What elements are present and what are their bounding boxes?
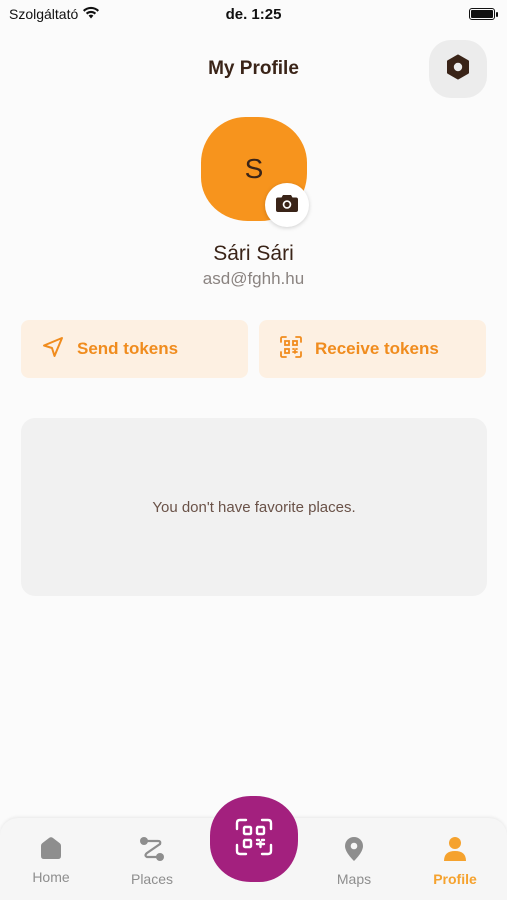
qr-code-icon — [279, 335, 303, 364]
status-carrier-group: Szolgáltató — [9, 6, 100, 22]
send-arrow-icon — [41, 335, 65, 364]
change-photo-button[interactable] — [265, 183, 309, 227]
favorites-empty-text: You don't have favorite places. — [152, 498, 356, 516]
tab-places-label: Places — [130, 871, 174, 887]
tab-maps-label: Maps — [336, 871, 372, 887]
receive-tokens-button[interactable]: Receive tokens — [259, 320, 486, 378]
map-pin-icon — [342, 836, 366, 865]
status-time: de. 1:25 — [225, 5, 282, 23]
route-icon — [138, 836, 166, 865]
tab-home[interactable]: Home — [6, 818, 96, 900]
wifi-icon — [82, 6, 100, 22]
settings-hex-icon — [445, 54, 471, 85]
home-icon — [38, 836, 64, 863]
scan-qr-button[interactable] — [210, 796, 298, 882]
page-title: My Profile — [208, 58, 299, 79]
tab-maps[interactable]: Maps — [309, 818, 399, 900]
tab-profile-label: Profile — [433, 871, 477, 887]
user-name: Sári Sári — [213, 242, 294, 265]
person-icon — [443, 836, 467, 865]
favorites-card: You don't have favorite places. — [21, 418, 487, 596]
tab-places[interactable]: Places — [107, 818, 197, 900]
user-email: asd@fghh.hu — [202, 269, 305, 288]
header: My Profile — [0, 40, 507, 98]
send-tokens-label: Send tokens — [77, 339, 179, 358]
tab-profile[interactable]: Profile — [410, 818, 500, 900]
settings-button[interactable] — [429, 40, 487, 98]
tab-home-label: Home — [32, 869, 70, 885]
avatar-container: S — [201, 117, 309, 227]
battery-icon — [469, 8, 498, 20]
qr-scan-icon — [234, 817, 274, 862]
send-tokens-button[interactable]: Send tokens — [21, 320, 248, 378]
camera-icon — [275, 193, 299, 218]
avatar-initial: S — [244, 153, 264, 184]
status-bar: Szolgáltató de. 1:25 — [0, 0, 507, 28]
receive-tokens-label: Receive tokens — [315, 339, 439, 358]
carrier-label: Szolgáltató — [9, 6, 79, 22]
